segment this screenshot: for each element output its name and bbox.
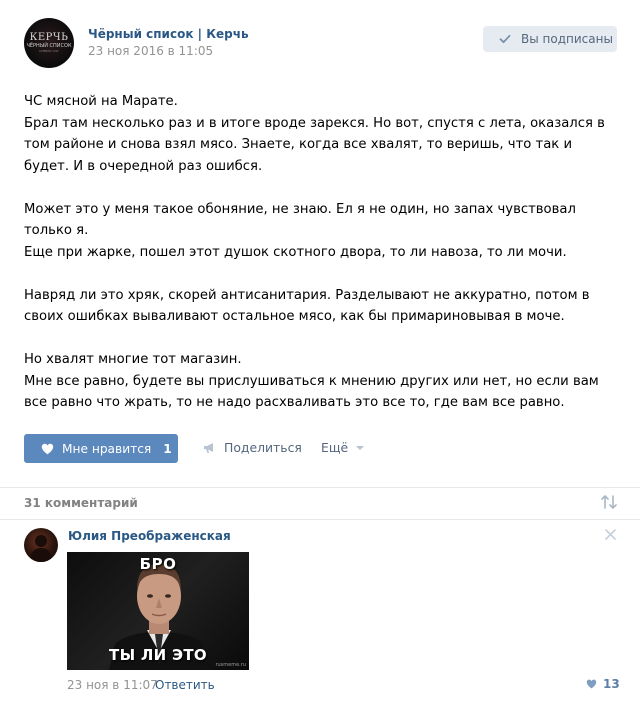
more-button[interactable]: Ещё	[321, 440, 365, 455]
like-count: 1	[163, 441, 172, 456]
comments-count: 31 комментарий	[24, 496, 138, 510]
meme-watermark: rusmeme.ru	[215, 662, 246, 668]
post-date[interactable]: 23 ноя 2016 в 11:05	[88, 44, 213, 58]
comments-header: 31 комментарий	[0, 488, 640, 519]
post-paragraph: Может это у меня такое обоняние, не знаю…	[24, 201, 576, 260]
avatar[interactable]	[24, 528, 58, 562]
meme-top-text: БРО	[139, 555, 177, 573]
reply-link[interactable]: Ответить	[155, 678, 215, 692]
megaphone-icon	[204, 442, 213, 453]
post-text: ЧС мясной на Марате. Брал там несколько …	[24, 91, 616, 414]
sort-icon[interactable]	[600, 494, 618, 510]
post-paragraph: Навряд ли это хряк, скорей антисанитария…	[24, 287, 590, 325]
comment-like-count: 13	[603, 677, 620, 691]
like-button[interactable]: Мне нравится 1	[24, 434, 178, 463]
more-label: Ещё	[321, 440, 349, 455]
like-label: Мне нравится	[62, 441, 152, 456]
check-icon	[499, 34, 511, 44]
post-paragraph: ЧС мясной на Марате. Брал там несколько …	[24, 94, 605, 174]
heart-icon	[586, 679, 597, 689]
comment-date[interactable]: 23 ноя в 11:07	[67, 678, 158, 692]
share-button[interactable]: Поделиться	[203, 440, 302, 455]
avatar-silhouette-icon	[30, 535, 52, 562]
subscribed-label: Вы подписаны	[521, 32, 613, 46]
meme-image[interactable]: БРО ТЫ ЛИ ЭТО rusmeme.ru	[67, 552, 249, 670]
post-paragraph: Но хвалят многие тот магазин. Мне все ра…	[24, 352, 599, 410]
comment-item: Юлия Преображенская БРО ТЫ ЛИ ЭТО rusmem…	[0, 519, 640, 707]
avatar-caption: CHERNY LIST	[39, 49, 59, 53]
avatar-title: КЕРЧЬ	[29, 32, 69, 43]
heart-icon	[41, 443, 54, 454]
group-avatar[interactable]: КЕРЧЬ ЧЁРНЫЙ СПИСОК CHERNY LIST	[24, 18, 74, 68]
subscribed-button[interactable]: Вы подписаны	[483, 26, 617, 52]
caret-down-icon	[356, 446, 365, 450]
post-header: КЕРЧЬ ЧЁРНЫЙ СПИСОК CHERNY LIST Чёрный с…	[0, 0, 640, 78]
group-name-link[interactable]: Чёрный список | Керчь	[88, 27, 249, 41]
comment-author-link[interactable]: Юлия Преображенская	[68, 529, 231, 543]
share-label: Поделиться	[224, 440, 302, 455]
comment-like-button[interactable]: 13	[586, 677, 620, 691]
close-icon[interactable]	[605, 529, 616, 540]
